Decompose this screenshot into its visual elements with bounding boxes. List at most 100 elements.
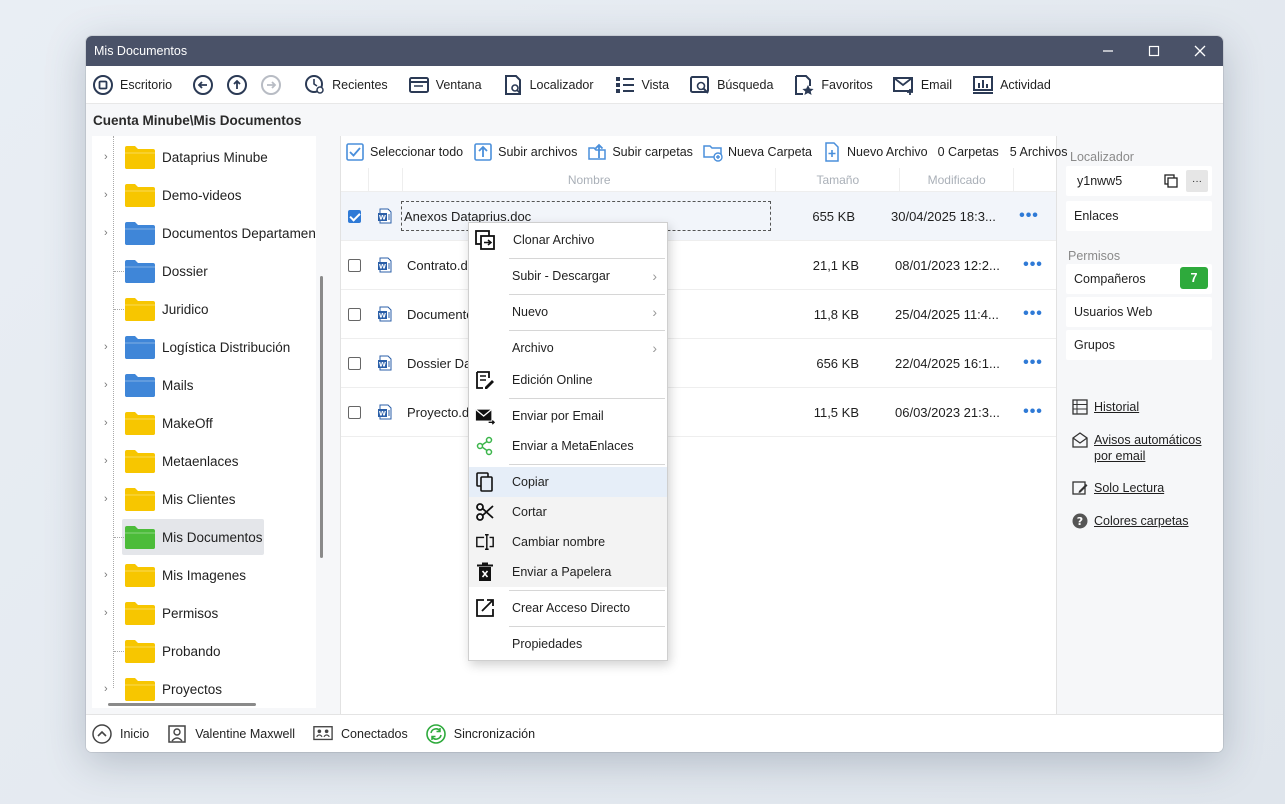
file-row[interactable]: W Contrato.d 21,1 KB 08/01/2023 12:2... ••• bbox=[341, 241, 1056, 290]
menu-send-metalinks[interactable]: Enviar a MetaEnlaces bbox=[469, 431, 667, 461]
tree-item[interactable]: › Dataprius Minube bbox=[92, 138, 316, 176]
home-button[interactable]: Inicio bbox=[92, 723, 149, 744]
more-icon[interactable]: ··· bbox=[1186, 170, 1208, 192]
view-button[interactable]: Vista bbox=[614, 74, 669, 96]
upload-folders-button[interactable]: Subir carpetas bbox=[587, 142, 693, 162]
chevron-right-icon[interactable]: › bbox=[104, 607, 108, 619]
window-button[interactable]: Ventana bbox=[408, 74, 482, 96]
file-row[interactable]: W Proyecto.d 11,5 KB 06/03/2023 21:3... ••• bbox=[341, 388, 1056, 437]
email-button[interactable]: Email bbox=[892, 74, 952, 96]
tree-item[interactable]: › Mis Imagenes bbox=[92, 556, 316, 594]
menu-label: Propiedades bbox=[512, 637, 583, 651]
menu-separator bbox=[509, 294, 665, 295]
more-actions-icon[interactable]: ••• bbox=[1013, 354, 1053, 372]
menu-rename[interactable]: Cambiar nombre bbox=[469, 527, 667, 557]
chevron-right-icon[interactable]: › bbox=[104, 455, 108, 467]
sync-button[interactable]: Sincronización bbox=[425, 723, 535, 744]
companions-button[interactable]: Compañeros 7 bbox=[1066, 264, 1212, 294]
tree-item[interactable]: › Logística Distribución bbox=[92, 328, 316, 366]
more-actions-icon[interactable]: ••• bbox=[1013, 403, 1053, 421]
select-all-button[interactable]: Seleccionar todo bbox=[345, 142, 463, 162]
tree-item[interactable]: › Mails bbox=[92, 366, 316, 404]
copy-icon[interactable] bbox=[1164, 174, 1178, 188]
minimize-button[interactable] bbox=[1085, 36, 1131, 66]
row-checkbox[interactable] bbox=[348, 209, 361, 223]
chevron-right-icon[interactable]: › bbox=[104, 493, 108, 505]
new-file-button[interactable]: Nuevo Archivo bbox=[822, 142, 928, 162]
tree-item[interactable]: Dossier bbox=[92, 252, 316, 290]
menu-create-shortcut[interactable]: Crear Acceso Directo bbox=[469, 593, 667, 623]
locator-value: y1nww5 bbox=[1077, 174, 1123, 188]
permissions-section-label: Permisos bbox=[1068, 249, 1121, 263]
menu-file[interactable]: Archivo › bbox=[469, 333, 667, 363]
row-checkbox[interactable] bbox=[348, 405, 361, 419]
tree-item[interactable]: › Demo-videos bbox=[92, 176, 316, 214]
forward-button[interactable] bbox=[260, 74, 282, 96]
groups-button[interactable]: Grupos bbox=[1066, 330, 1212, 360]
row-checkbox[interactable] bbox=[348, 307, 361, 321]
chevron-right-icon[interactable]: › bbox=[104, 417, 108, 429]
menu-edit-online[interactable]: Edición Online bbox=[469, 365, 667, 395]
web-users-button[interactable]: Usuarios Web bbox=[1066, 297, 1212, 327]
tree-item[interactable]: Juridico bbox=[92, 290, 316, 328]
menu-properties[interactable]: Propiedades bbox=[469, 629, 667, 659]
links-button[interactable]: Enlaces bbox=[1066, 201, 1212, 231]
chevron-right-icon[interactable]: › bbox=[104, 683, 108, 695]
tree-item[interactable]: Probando bbox=[92, 632, 316, 670]
more-actions-icon[interactable]: ••• bbox=[1013, 256, 1053, 274]
header-size[interactable]: Tamaño bbox=[776, 167, 901, 192]
new-folder-button[interactable]: Nueva Carpeta bbox=[703, 142, 812, 162]
tree-item[interactable]: › Metaenlaces bbox=[92, 442, 316, 480]
chevron-right-icon[interactable]: › bbox=[104, 151, 108, 163]
more-actions-icon[interactable]: ••• bbox=[1013, 305, 1053, 323]
menu-upload-download[interactable]: Subir - Descargar › bbox=[469, 261, 667, 291]
file-size: 655 KB bbox=[812, 208, 855, 224]
read-only-label: Solo Lectura bbox=[1094, 481, 1165, 495]
menu-new[interactable]: Nuevo › bbox=[469, 297, 667, 327]
tree-vertical-scrollbar[interactable] bbox=[320, 276, 323, 558]
row-checkbox[interactable] bbox=[348, 356, 361, 370]
chevron-right-icon[interactable]: › bbox=[104, 569, 108, 581]
tree-horizontal-scrollbar[interactable] bbox=[108, 703, 256, 706]
auto-notify-link[interactable]: Avisos automáticos por email bbox=[1072, 432, 1201, 464]
connected-button[interactable]: Conectados bbox=[313, 724, 408, 744]
menu-copy[interactable]: Copiar bbox=[469, 467, 667, 497]
chevron-right-icon[interactable]: › bbox=[104, 227, 108, 239]
menu-send-email[interactable]: Enviar por Email bbox=[469, 401, 667, 431]
svg-text:W: W bbox=[379, 312, 386, 320]
maximize-button[interactable] bbox=[1131, 36, 1177, 66]
header-name[interactable]: Nombre bbox=[403, 167, 777, 192]
more-actions-icon[interactable]: ••• bbox=[1009, 207, 1049, 225]
close-button[interactable] bbox=[1177, 36, 1223, 66]
activity-button[interactable]: Actividad bbox=[972, 74, 1051, 96]
file-row[interactable]: W Anexos Dataprius.doc 655 KB 30/04/2025 18… bbox=[341, 192, 1056, 241]
search-button[interactable]: Búsqueda bbox=[689, 74, 773, 96]
recent-button[interactable]: Recientes bbox=[304, 74, 388, 96]
file-row[interactable]: W Documento 11,8 KB 25/04/2025 11:4... ••• bbox=[341, 290, 1056, 339]
favorites-button[interactable]: Favoritos bbox=[793, 74, 873, 96]
tree-item[interactable]: › Documentos Departament bbox=[92, 214, 316, 252]
chevron-right-icon[interactable]: › bbox=[104, 379, 108, 391]
up-button[interactable] bbox=[226, 74, 248, 96]
upload-files-button[interactable]: Subir archivos bbox=[473, 142, 577, 162]
user-button[interactable]: Valentine Maxwell bbox=[167, 724, 295, 744]
history-link[interactable]: Historial bbox=[1072, 399, 1139, 415]
menu-separator bbox=[509, 330, 665, 331]
back-button[interactable] bbox=[192, 74, 214, 96]
tree-item[interactable]: › Permisos bbox=[92, 594, 316, 632]
folder-colors-link[interactable]: ? Colores carpetas bbox=[1072, 513, 1189, 529]
menu-clone-file[interactable]: Clonar Archivo bbox=[469, 225, 667, 255]
row-checkbox[interactable] bbox=[348, 258, 361, 272]
tree-item[interactable]: › MakeOff bbox=[92, 404, 316, 442]
menu-cut[interactable]: Cortar bbox=[469, 497, 667, 527]
tree-item[interactable]: Mis Documentos bbox=[92, 518, 316, 556]
tree-item[interactable]: › Mis Clientes bbox=[92, 480, 316, 518]
menu-trash[interactable]: Enviar a Papelera bbox=[469, 557, 667, 587]
chevron-right-icon[interactable]: › bbox=[104, 341, 108, 353]
locator-button[interactable]: Localizador bbox=[502, 74, 594, 96]
header-modified[interactable]: Modificado bbox=[900, 167, 1015, 192]
read-only-link[interactable]: Solo Lectura bbox=[1072, 480, 1164, 496]
file-row[interactable]: W Dossier Da 656 KB 22/04/2025 16:1... ••• bbox=[341, 339, 1056, 388]
desktop-button[interactable]: Escritorio bbox=[92, 74, 172, 96]
chevron-right-icon[interactable]: › bbox=[104, 189, 108, 201]
